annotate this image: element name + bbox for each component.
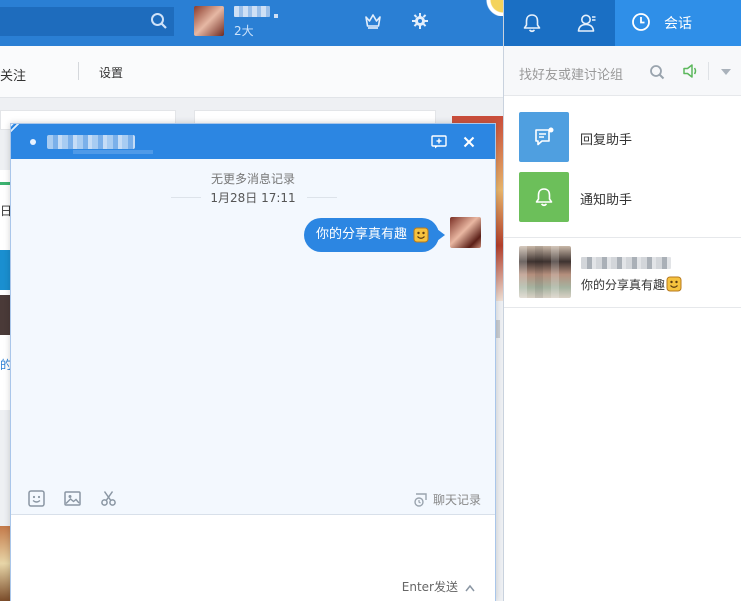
reply-assistant-tile [519,112,569,162]
add-chat-icon[interactable] [431,135,447,149]
crown-icon[interactable] [364,12,382,30]
sender-avatar[interactable] [450,217,481,248]
panel-tabs: 会话 [504,0,741,46]
send-hint-label: Enter发送 [401,580,458,594]
settings-link[interactable]: 设置 [99,64,123,81]
site-search-box[interactable] [0,7,174,36]
message-input[interactable]: Enter发送 [11,514,495,601]
star-corner-decoration [480,0,503,16]
search-icon[interactable] [150,12,168,30]
chat-history-button[interactable]: 聊天记录 [413,491,481,508]
scissors-icon[interactable] [100,490,117,507]
messenger-panel: 会话 找好友或建讨论组 回复助手 通知助手 你的分享真有趣 [503,0,741,601]
close-icon[interactable] [462,135,476,149]
follow-link[interactable]: 关注 [0,65,26,84]
chat-contact-name-blurred[interactable] [47,135,135,149]
tab-sessions[interactable]: 会话 [615,0,741,46]
chat-toolbar: 聊天记录 [11,484,495,514]
user-avatar[interactable] [194,6,224,36]
conversation-last-message: 你的分享真有趣 [581,276,682,293]
friend-search-input[interactable]: 找好友或建讨论组 [519,64,623,83]
chat-header[interactable] [11,124,495,159]
reply-assistant-label: 回复助手 [580,133,633,148]
smiley-icon[interactable] [28,490,45,507]
site-header: 2大 [0,0,503,46]
image-icon[interactable] [64,490,81,507]
conversation-item[interactable]: 你的分享真有趣 [504,238,741,308]
search-separator [708,62,709,80]
history-icon [414,493,427,507]
speaker-icon[interactable] [682,63,700,79]
subnav-divider [78,62,79,80]
tab-contacts[interactable] [559,0,615,46]
resize-grip-icon[interactable] [11,124,27,140]
notification-assistant-tile [519,172,569,222]
search-icon[interactable] [649,64,665,80]
site-subnav: 关注 设置 [0,46,503,98]
contact-name-blurred [581,257,671,269]
reply-assistant[interactable]: 回复助手 [519,112,729,162]
notification-assistant-label: 通知助手 [580,193,633,208]
smile-emoji-icon [413,227,429,243]
person-icon [577,14,596,32]
bell-icon [535,188,553,207]
chat-window: 无更多消息记录 1月28日 17:11 你的分享真有趣 聊天记录 Enter发送 [10,123,496,601]
chevron-down-icon[interactable] [721,69,731,75]
last-message-text: 你的分享真有趣 [581,278,666,292]
chat-history-label: 聊天记录 [432,493,481,507]
chat-contact-name-underline [73,150,153,154]
contact-avatar [519,246,571,298]
bell-icon [523,14,541,33]
user-level: 2大 [234,24,254,38]
notification-assistant[interactable]: 通知助手 [519,172,729,222]
online-status-dot [30,139,36,145]
send-hint[interactable]: Enter发送 [402,578,475,595]
tab-notifications[interactable] [504,0,559,46]
message-timestamp: 1月28日 17:11 [210,191,296,205]
gear-icon[interactable] [411,12,429,30]
message-bubble[interactable]: 你的分享真有趣 [304,218,446,252]
friend-search-bar: 找好友或建讨论组 [504,46,741,96]
reply-assistant-icon [535,127,554,146]
tab-sessions-label: 会话 [664,16,692,32]
user-name-blurred[interactable] [234,6,270,17]
chevron-up-icon[interactable] [465,584,475,592]
no-more-records: 无更多消息记录 [210,172,295,186]
clock-icon [632,13,650,31]
user-name-dot [274,14,278,18]
message-text: 你的分享真有趣 [316,227,408,242]
bg-scrollbar[interactable] [496,320,500,338]
smile-emoji-icon [666,276,682,292]
